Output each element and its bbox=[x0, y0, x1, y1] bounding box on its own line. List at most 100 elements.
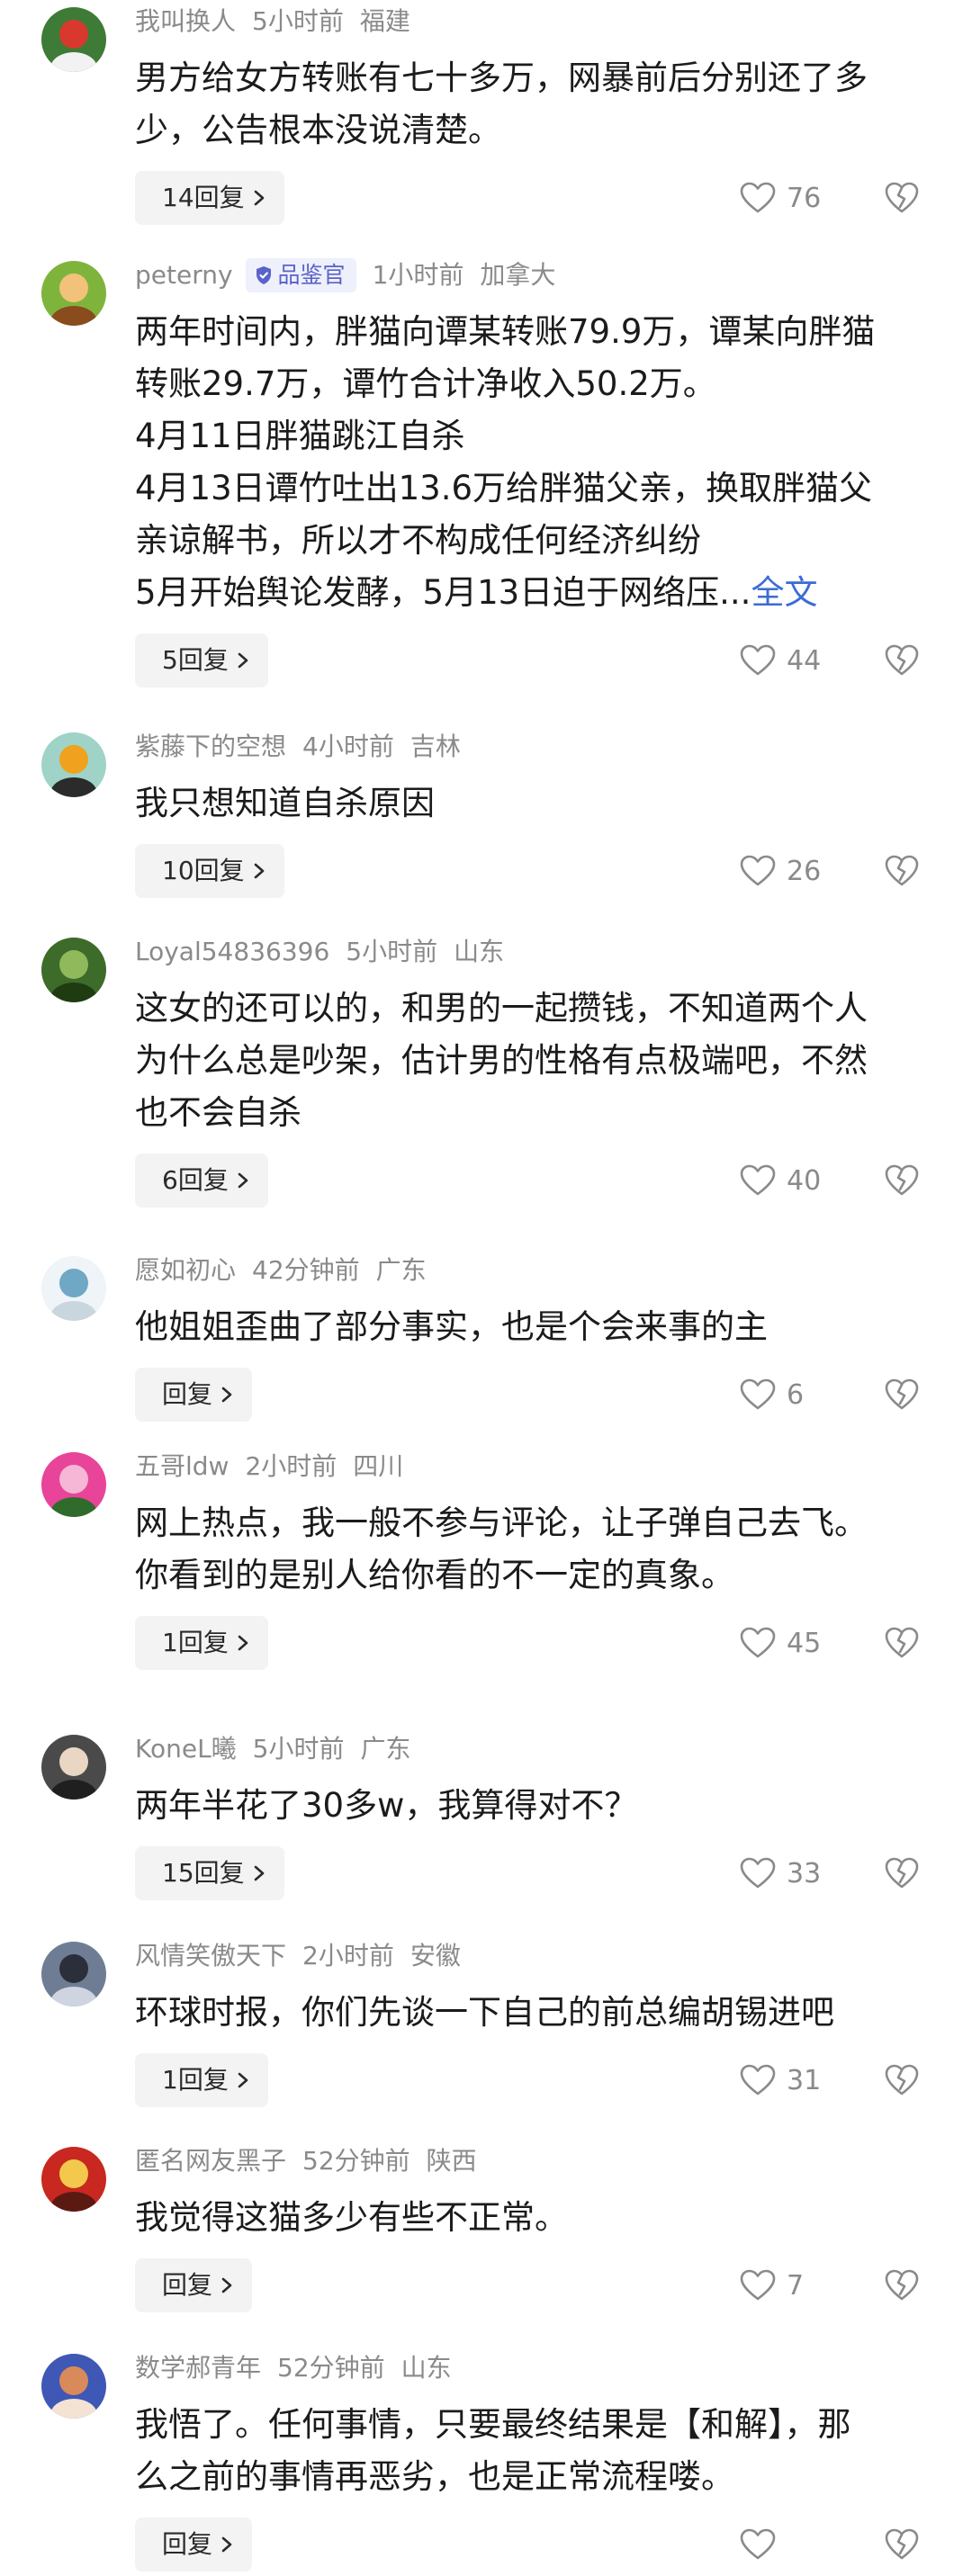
username[interactable]: 我叫换人 bbox=[135, 4, 236, 40]
dislike-button[interactable] bbox=[884, 1162, 920, 1198]
like-button[interactable]: 33 bbox=[740, 1846, 821, 1900]
broken-heart-icon bbox=[884, 1162, 920, 1198]
broken-heart-icon bbox=[884, 2062, 920, 2098]
like-button[interactable]: 45 bbox=[740, 1616, 821, 1670]
like-button[interactable]: 40 bbox=[740, 1153, 821, 1207]
avatar[interactable] bbox=[41, 1452, 106, 1517]
like-count: 45 bbox=[787, 1627, 822, 1659]
comment-time: 52分钟前 bbox=[277, 2353, 385, 2383]
chevron-right-icon bbox=[229, 1171, 250, 1189]
comment-text: 这女的还可以的，和男的一起攒钱，不知道两个人 为什么总是吵架，估计男的性格有点极端… bbox=[135, 983, 936, 1139]
reply-label: 回复 bbox=[162, 2270, 213, 2300]
like-button[interactable]: 26 bbox=[740, 844, 821, 898]
reply-button[interactable]: 14回复 bbox=[135, 171, 284, 225]
expand-full-text-link[interactable]: 全文 bbox=[751, 573, 817, 612]
dislike-button[interactable] bbox=[884, 2527, 920, 2563]
reply-button[interactable]: 回复 bbox=[135, 2518, 253, 2572]
dislike-button[interactable] bbox=[884, 642, 920, 678]
comment-text-line: 这女的还可以的，和男的一起攒钱，不知道两个人 bbox=[135, 989, 868, 1028]
like-count: 31 bbox=[787, 2064, 822, 2096]
chevron-right-icon bbox=[245, 1864, 266, 1882]
like-count: 40 bbox=[787, 1164, 822, 1197]
avatar[interactable] bbox=[41, 2354, 106, 2419]
like-count: 7 bbox=[787, 2269, 805, 2302]
chevron-right-icon bbox=[212, 1386, 234, 1404]
like-button[interactable] bbox=[740, 2518, 787, 2572]
heart-icon bbox=[740, 1857, 787, 1889]
like-button[interactable]: 76 bbox=[740, 171, 821, 225]
reply-button[interactable]: 1回复 bbox=[135, 1616, 268, 1670]
dislike-button[interactable] bbox=[884, 2062, 920, 2098]
avatar[interactable] bbox=[41, 938, 106, 1002]
comment-location: 广东 bbox=[360, 1734, 411, 1764]
dislike-button[interactable] bbox=[884, 853, 920, 889]
comment-location: 安徽 bbox=[410, 1941, 461, 1970]
heart-icon bbox=[740, 2064, 787, 2096]
avatar[interactable] bbox=[41, 7, 106, 72]
username[interactable]: peterny bbox=[135, 257, 233, 293]
reply-button[interactable]: 1回复 bbox=[135, 2053, 268, 2107]
username[interactable]: 风情笑傲天下 bbox=[135, 1938, 286, 1974]
chevron-right-icon bbox=[212, 2536, 234, 2554]
avatar[interactable] bbox=[41, 732, 106, 797]
comment-time: 5小时前 bbox=[346, 937, 438, 966]
broken-heart-icon bbox=[884, 2267, 920, 2303]
comment-text-line: 为什么总是吵架，估计男的性格有点极端吧，不然 bbox=[135, 1041, 868, 1080]
comment-text-line: 我觉得这猫多少有些不正常。 bbox=[135, 2198, 568, 2237]
comment-location: 四川 bbox=[353, 1451, 404, 1481]
comment-meta: peterny 品鉴官 1小时前 加拿大 bbox=[135, 257, 555, 293]
avatar[interactable] bbox=[41, 1256, 106, 1321]
reply-label: 14回复 bbox=[162, 183, 245, 212]
comment-meta: KoneL曦 5小时前 广东 bbox=[135, 1731, 411, 1767]
comment-text-line: 你看到的是别人给你看的不一定的真象。 bbox=[135, 1556, 734, 1594]
dislike-button[interactable] bbox=[884, 180, 920, 216]
username[interactable]: 数学郝青年 bbox=[135, 2350, 261, 2386]
comment-text-line: 环球时报，你们先谈一下自己的前总编胡锡进吧 bbox=[135, 1993, 834, 2032]
comment-text: 环球时报，你们先谈一下自己的前总编胡锡进吧 bbox=[135, 1987, 936, 2039]
like-button[interactable]: 31 bbox=[740, 2053, 821, 2107]
comment-meta: 五哥ldw 2小时前 四川 bbox=[135, 1449, 403, 1485]
reply-button[interactable]: 10回复 bbox=[135, 844, 284, 898]
comment-item: 五哥ldw 2小时前 四川网上热点，我一般不参与评论，让子弹自己去飞。 你看到的是别人… bbox=[0, 1445, 972, 1670]
comment-time: 4小时前 bbox=[302, 732, 394, 761]
like-button[interactable]: 44 bbox=[740, 633, 821, 687]
comment-text-line: 网上热点，我一般不参与评论，让子弹自己去飞。 bbox=[135, 1503, 868, 1542]
avatar[interactable] bbox=[41, 261, 106, 326]
comment-meta: 匿名网友黑子 52分钟前 陕西 bbox=[135, 2143, 477, 2179]
broken-heart-icon bbox=[884, 180, 920, 216]
badge-label: 品鉴官 bbox=[277, 262, 346, 288]
comment-text-line: 少，公告根本没说清楚。 bbox=[135, 111, 501, 149]
comment-item: Loyal54836396 5小时前 山东 这女的还可以的，和男的一起攒钱，不知道两个… bbox=[0, 930, 972, 1207]
dislike-button[interactable] bbox=[884, 1377, 920, 1413]
reply-button[interactable]: 5回复 bbox=[135, 633, 268, 687]
broken-heart-icon bbox=[884, 1855, 920, 1891]
username[interactable]: 紫藤下的空想 bbox=[135, 729, 286, 765]
reply-button[interactable]: 回复 bbox=[135, 1368, 253, 1422]
comment-text-line: 他姐姐歪曲了部分事实，也是个会来事的主 bbox=[135, 1307, 768, 1346]
reply-button[interactable]: 15回复 bbox=[135, 1846, 284, 1900]
dislike-button[interactable] bbox=[884, 1625, 920, 1661]
username[interactable]: 五哥ldw bbox=[135, 1449, 229, 1485]
like-button[interactable]: 6 bbox=[740, 1368, 804, 1422]
heart-icon bbox=[740, 182, 787, 214]
like-count: 33 bbox=[787, 1857, 822, 1889]
username[interactable]: 匿名网友黑子 bbox=[135, 2143, 286, 2179]
comment-item: 我叫换人 5小时前 福建 男方给女方转账有七十多万，网暴前后分别还了多 少，公告根本没说… bbox=[0, 0, 972, 225]
username[interactable]: Loyal54836396 bbox=[135, 934, 329, 970]
broken-heart-icon bbox=[884, 2527, 920, 2563]
dislike-button[interactable] bbox=[884, 2267, 920, 2303]
like-button[interactable]: 7 bbox=[740, 2258, 804, 2312]
reply-label: 回复 bbox=[162, 1379, 213, 1409]
comment-text-line: 两年半花了30多w，我算得对不？ bbox=[135, 1786, 638, 1825]
comment-location: 广东 bbox=[375, 1255, 427, 1285]
comment-text: 男方给女方转账有七十多万，网暴前后分别还了多 少，公告根本没说清楚。 bbox=[135, 52, 936, 157]
avatar[interactable] bbox=[41, 1735, 106, 1800]
dislike-button[interactable] bbox=[884, 1855, 920, 1891]
comment-text-line: 我悟了。任何事情，只要最终结果是【和解】，那 bbox=[135, 2405, 851, 2444]
avatar[interactable] bbox=[41, 2147, 106, 2212]
reply-button[interactable]: 6回复 bbox=[135, 1153, 268, 1207]
username[interactable]: 愿如初心 bbox=[135, 1252, 236, 1288]
username[interactable]: KoneL曦 bbox=[135, 1731, 237, 1767]
avatar[interactable] bbox=[41, 1942, 106, 2006]
reply-button[interactable]: 回复 bbox=[135, 2258, 253, 2312]
